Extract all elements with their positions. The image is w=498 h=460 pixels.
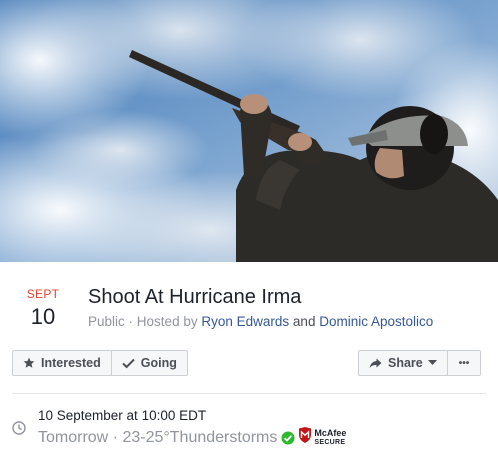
- event-meta: Public · Hosted by Ryon Edwards and Domi…: [88, 313, 433, 331]
- clock-icon: [12, 421, 26, 440]
- share-button-group: Share •••: [358, 350, 482, 376]
- share-arrow-icon: [369, 358, 382, 369]
- and-label: and: [292, 314, 316, 329]
- star-icon: [23, 357, 35, 369]
- mcafee-brand: McAfee: [314, 427, 347, 438]
- more-options-button[interactable]: •••: [446, 351, 481, 375]
- relative-day: Tomorrow: [38, 428, 109, 446]
- rsvp-button-group: Interested Going: [12, 350, 188, 376]
- share-button[interactable]: Share: [359, 351, 447, 375]
- section-divider: [12, 393, 486, 394]
- share-label: Share: [388, 356, 423, 370]
- mcafee-secure-badge[interactable]: McAfee SECURE: [298, 427, 346, 448]
- cover-image: [0, 0, 498, 262]
- checkmark-icon: [122, 358, 135, 369]
- event-relative-time: Tomorrow · 23-25°Thunderstorms McAfee SE…: [38, 427, 346, 448]
- caret-down-icon: [427, 360, 437, 366]
- going-button[interactable]: Going: [110, 351, 187, 375]
- event-month: SEPT: [26, 287, 60, 301]
- weather-text: 23-25°Thunderstorms: [122, 428, 278, 446]
- mcafee-text: McAfee SECURE: [314, 427, 347, 447]
- event-cover-photo[interactable]: [0, 0, 498, 262]
- host-link-1[interactable]: Ryon Edwards: [201, 314, 289, 329]
- hosted-by-label: Hosted by: [136, 314, 198, 329]
- event-datetime: 10 September at 10:00 EDT: [38, 408, 207, 423]
- mcafee-secure-label: SECURE: [314, 438, 346, 446]
- mcafee-shield-icon: [298, 427, 312, 448]
- event-day: 10: [30, 304, 56, 329]
- event-date-block: SEPT 10: [22, 287, 64, 330]
- going-label: Going: [140, 356, 177, 370]
- relative-separator: ·: [108, 428, 123, 446]
- event-title: Shoot At Hurricane Irma: [88, 286, 302, 308]
- interested-label: Interested: [41, 356, 101, 370]
- verified-check-icon: [281, 431, 295, 445]
- meta-separator: ·: [128, 314, 137, 329]
- event-privacy: Public: [88, 314, 125, 329]
- interested-button[interactable]: Interested: [13, 351, 111, 375]
- host-link-2[interactable]: Dominic Apostolico: [319, 314, 433, 329]
